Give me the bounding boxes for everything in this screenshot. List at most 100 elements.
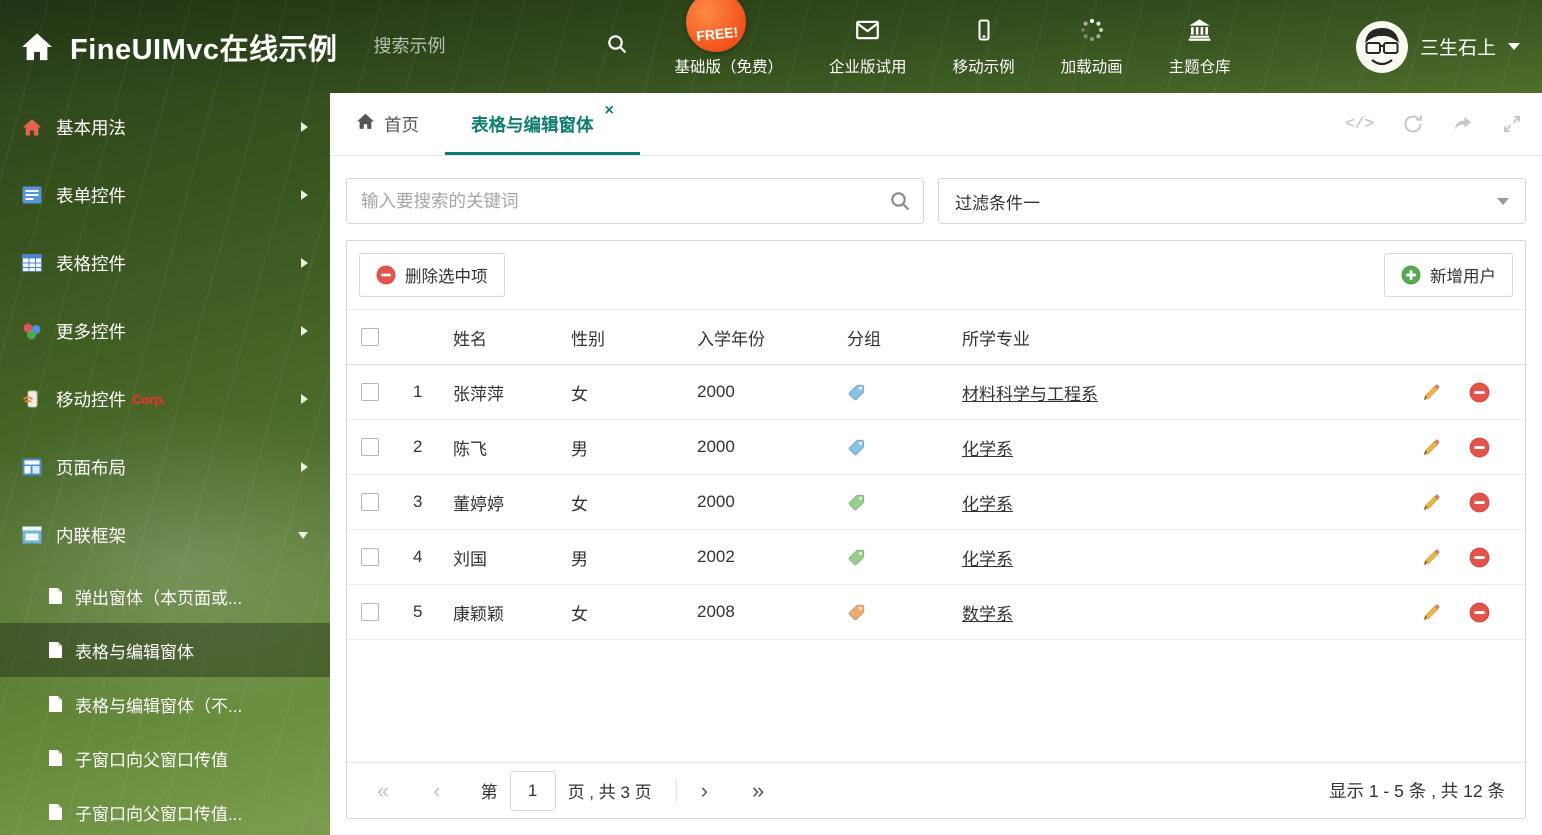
sidebar-item-basic-usage[interactable]: 基本用法 [0, 93, 330, 161]
cell-gender: 女 [571, 494, 588, 514]
delete-selected-button[interactable]: 删除选中项 [359, 253, 505, 297]
nav-label: 加载动画 [1060, 58, 1123, 76]
cell-name: 康颖颖 [453, 604, 504, 624]
column-header-name: 姓名 [453, 329, 487, 349]
nav-item-enterprise-trial[interactable]: 企业版试用 [829, 17, 907, 77]
delete-icon[interactable] [1469, 602, 1490, 623]
delete-icon[interactable] [1469, 547, 1490, 568]
nav-item-theme-repository[interactable]: 主题仓库 [1169, 17, 1231, 77]
cell-gender: 男 [571, 549, 588, 569]
widgets-icon [20, 320, 44, 342]
next-page-button[interactable]: › [701, 779, 708, 802]
page-suffix-label: 页 , 共 3 页 [567, 783, 652, 802]
sidebar-subitem-child-to-parent[interactable]: 子窗口向父窗口传值 [0, 731, 330, 785]
row-checkbox[interactable] [361, 383, 379, 401]
cell-name: 董婷婷 [453, 494, 504, 514]
search-icon[interactable] [606, 33, 628, 60]
grid-toolbar: 删除选中项 新增用户 [347, 241, 1525, 309]
source-code-icon[interactable]: </> [1345, 115, 1374, 133]
edit-icon[interactable] [1421, 492, 1442, 513]
sidebar-subitem-child-to-parent-2[interactable]: 子窗口向父窗口传值... [0, 785, 330, 835]
filter-dropdown[interactable]: 过滤条件一 [938, 178, 1526, 224]
row-number: 3 [413, 492, 423, 511]
select-all-checkbox[interactable] [361, 328, 379, 346]
major-link[interactable]: 化学系 [962, 550, 1013, 569]
grid-panel: 删除选中项 新增用户 姓名 性别 入学年份 分组 所学专业 1 张萍萍 女 20… [346, 240, 1526, 819]
refresh-icon[interactable] [1402, 113, 1424, 135]
cell-name: 陈飞 [453, 439, 487, 459]
row-checkbox[interactable] [361, 438, 379, 456]
expand-icon[interactable] [1502, 114, 1522, 134]
divider [675, 777, 677, 804]
frame-icon [20, 524, 44, 546]
nav-item-loading-animation[interactable]: 加载动画 [1061, 17, 1123, 77]
sidebar-item-more-controls[interactable]: 更多控件 [0, 297, 330, 365]
house-icon [20, 116, 44, 138]
envelope-icon [854, 17, 881, 48]
record-summary: 显示 1 - 5 条 , 共 12 条 [1328, 781, 1505, 801]
edit-icon[interactable] [1421, 437, 1442, 458]
keyword-search-input[interactable] [346, 178, 924, 224]
tab-grid-edit-window[interactable]: 表格与编辑窗体 × [445, 93, 640, 155]
avatar [1355, 20, 1408, 73]
table-row: 3 董婷婷 女 2000 化学系 [347, 475, 1525, 530]
major-link[interactable]: 化学系 [962, 495, 1013, 514]
delete-icon[interactable] [1469, 437, 1490, 458]
sidebar-item-page-layout[interactable]: 页面布局 [0, 433, 330, 501]
delete-icon[interactable] [1469, 492, 1490, 513]
sidebar-item-label: 更多控件 [56, 321, 126, 342]
sidebar-subitem-grid-edit-window-2[interactable]: 表格与编辑窗体（不... [0, 677, 330, 731]
major-link[interactable]: 化学系 [962, 440, 1013, 459]
delete-icon[interactable] [1469, 382, 1490, 403]
share-icon[interactable] [1452, 113, 1474, 135]
spinner-icon [1079, 17, 1105, 48]
row-checkbox[interactable] [361, 493, 379, 511]
sidebar-subitem-grid-edit-window[interactable]: 表格与编辑窗体 [0, 623, 330, 677]
sidebar-item-label: 表单控件 [56, 185, 126, 206]
cell-gender: 女 [571, 604, 588, 624]
header-nav: 基础版（免费） 企业版试用 移动示例 加载动画 主题仓库 [675, 17, 1231, 77]
sidebar-item-form-controls[interactable]: 表单控件 [0, 161, 330, 229]
nav-label: 主题仓库 [1168, 58, 1231, 76]
edit-icon[interactable] [1421, 382, 1442, 403]
prev-page-button[interactable]: ‹ [433, 779, 440, 802]
last-page-button[interactable]: » [752, 779, 764, 802]
edit-icon[interactable] [1421, 602, 1442, 623]
row-checkbox[interactable] [361, 548, 379, 566]
close-icon[interactable]: × [605, 103, 614, 119]
first-page-button[interactable]: « [377, 779, 389, 802]
major-link[interactable]: 数学系 [962, 605, 1013, 624]
major-link[interactable]: 材料科学与工程系 [962, 385, 1098, 404]
layout-icon [20, 456, 44, 478]
table-row: 4 刘国 男 2002 化学系 [347, 530, 1525, 585]
plus-circle-icon [1401, 265, 1421, 285]
sidebar-subitem-label: 弹出窗体（本页面或... [75, 588, 243, 608]
grid-empty-space [347, 640, 1525, 762]
sidebar-item-mobile-controls[interactable]: 移动控件 Corp. [0, 365, 330, 433]
chevron-right-icon [301, 394, 308, 404]
row-number: 4 [413, 547, 423, 566]
chevron-right-icon [301, 326, 308, 336]
page-number-input[interactable] [509, 770, 556, 811]
sidebar-subitem-popup-window[interactable]: 弹出窗体（本页面或... [0, 569, 330, 623]
cell-year: 2000 [697, 382, 735, 401]
sidebar-item-grid-controls[interactable]: 表格控件 [0, 229, 330, 297]
tab-toolbar: </> [1345, 93, 1542, 155]
search-icon[interactable] [889, 190, 911, 217]
minus-circle-icon [376, 265, 396, 285]
header-search [373, 33, 626, 60]
header-search-input[interactable] [373, 36, 606, 57]
edit-icon[interactable] [1421, 547, 1442, 568]
sidebar-item-inline-frame[interactable]: 内联框架 [0, 501, 330, 569]
home-logo-icon[interactable] [20, 32, 54, 62]
row-checkbox[interactable] [361, 603, 379, 621]
user-menu[interactable]: 三生石上 [1355, 20, 1520, 73]
page-prefix-label: 第 [480, 783, 498, 802]
add-user-button[interactable]: 新增用户 [1384, 253, 1513, 297]
filter-row: 过滤条件一 [346, 178, 1526, 224]
tab-home[interactable]: 首页 [330, 93, 445, 155]
nav-item-mobile-demo[interactable]: 移动示例 [953, 17, 1015, 77]
cell-gender: 女 [571, 384, 588, 404]
tab-label: 表格与编辑窗体 [471, 114, 594, 135]
chevron-right-icon [301, 122, 308, 132]
